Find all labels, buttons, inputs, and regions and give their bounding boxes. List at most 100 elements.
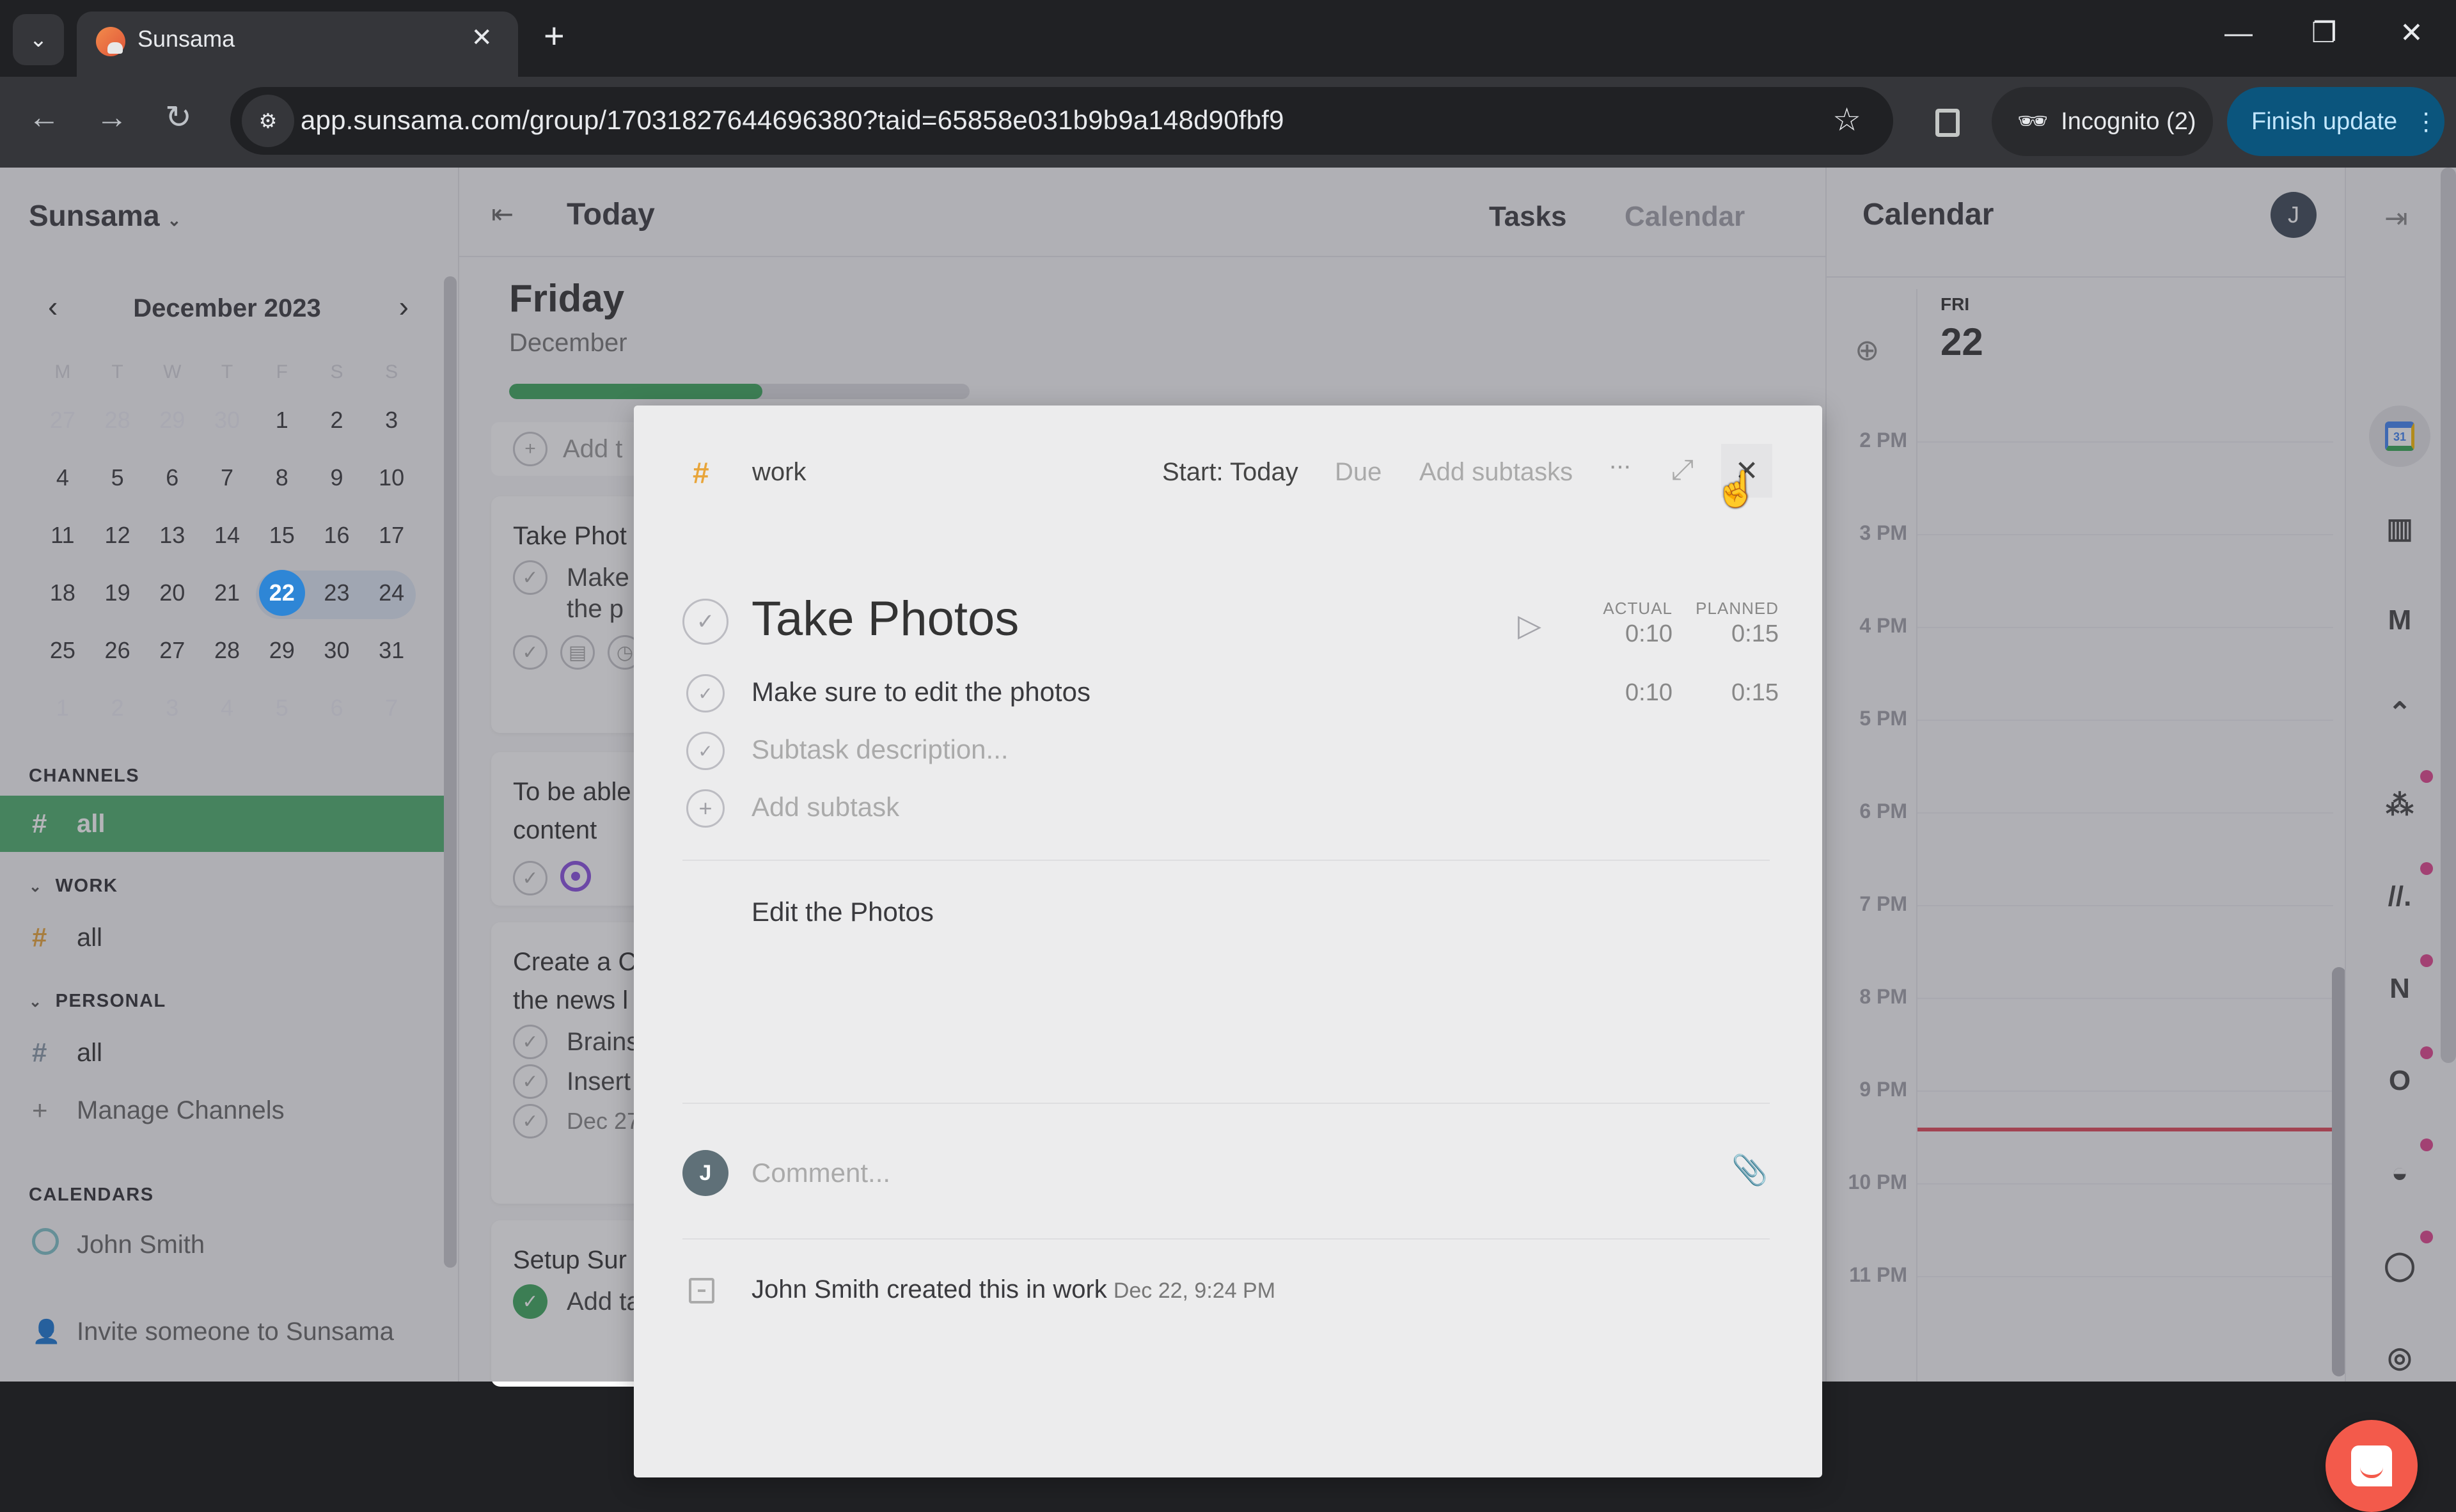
rail-clickup[interactable]: ⌃ (2369, 682, 2430, 743)
subtask-text[interactable]: Make sure to edit the photos (752, 677, 1090, 707)
collapse-panel-icon[interactable]: ⇥ (2384, 202, 2408, 235)
reload-icon[interactable]: ↻ (165, 101, 192, 133)
next-month-icon[interactable]: › (399, 289, 409, 324)
tab-tasks[interactable]: Tasks (1489, 201, 1567, 233)
rail-github[interactable]: ◯ (2369, 1231, 2433, 1296)
collapse-sidebar-icon[interactable]: ⇤ (491, 198, 514, 230)
add-subtask-button[interactable]: Add subtask (752, 792, 899, 823)
check-icon[interactable]: ✓ (513, 1064, 547, 1099)
calendar-day[interactable]: 24 (364, 579, 419, 606)
browser-tab[interactable]: Sunsama ✕ (77, 12, 518, 77)
channel-selector[interactable]: work (752, 458, 806, 487)
expand-icon[interactable]: ⤢ (1671, 454, 1694, 486)
channel-personal-all[interactable]: # all (0, 1025, 444, 1081)
calendar-day[interactable]: 13 (145, 522, 200, 549)
calendar-day[interactable]: 5 (90, 464, 145, 491)
sidebar-scrollbar[interactable] (444, 276, 457, 1268)
task-notes[interactable]: Edit the Photos (752, 897, 934, 927)
tab-search-button[interactable]: ⌄ (13, 14, 64, 65)
calendar-day[interactable]: 11 (35, 522, 90, 549)
channel-work-all[interactable]: # all (0, 910, 444, 966)
calendar-day[interactable]: 30 (310, 637, 365, 664)
calendar-day[interactable]: 4 (200, 695, 255, 721)
subtask-description-input[interactable]: Subtask description... (752, 734, 1009, 765)
calendar-day[interactable]: 3 (145, 695, 200, 721)
forward-icon[interactable]: → (96, 101, 128, 133)
calendar-day[interactable]: 26 (90, 637, 145, 664)
side-panel-icon[interactable] (1935, 109, 1960, 137)
due-date-button[interactable]: Due (1335, 458, 1382, 487)
calendar-day[interactable]: 30 (200, 407, 255, 434)
group-work-header[interactable]: ⌄ WORK (29, 876, 118, 897)
play-timer-icon[interactable]: ▷ (1518, 608, 1541, 643)
check-icon[interactable]: ✓ (513, 560, 547, 595)
subtask-checkbox[interactable]: ✓ (686, 732, 725, 770)
calendar-day[interactable]: 27 (35, 407, 90, 434)
check-icon[interactable]: ✓ (513, 861, 547, 895)
start-date-button[interactable]: Start: Today (1162, 458, 1298, 487)
rail-linear[interactable]: ◒ (2369, 1138, 2433, 1204)
bookmark-star-icon[interactable]: ☆ (1832, 101, 1861, 138)
calendar-day[interactable]: 21 (200, 579, 255, 606)
workspace-switcher[interactable]: Sunsama ⌄ (29, 198, 181, 233)
calendar-day[interactable]: 15 (255, 522, 310, 549)
task-title[interactable]: Take Photos (752, 591, 1019, 647)
kebab-menu-icon[interactable]: ⋮ (2414, 107, 2438, 136)
manage-channels-button[interactable]: + Manage Channels (0, 1082, 444, 1138)
tab-calendar[interactable]: Calendar (1625, 201, 1745, 233)
calendar-day[interactable]: 14 (200, 522, 255, 549)
calendar-day[interactable]: 23 (310, 579, 365, 606)
window-close-icon[interactable]: ✕ (2400, 19, 2423, 47)
calendar-day[interactable]: 19 (90, 579, 145, 606)
calendar-day[interactable]: 16 (310, 522, 365, 549)
rail-google-calendar[interactable]: 31 (2369, 406, 2430, 467)
calendar-day[interactable]: 5 (255, 695, 310, 721)
calendar-day[interactable]: 17 (364, 522, 419, 549)
complete-task-checkbox[interactable]: ✓ (682, 599, 728, 645)
channel-all[interactable]: # all (0, 796, 444, 852)
check-done-icon[interactable]: ✓ (513, 1284, 547, 1319)
calendar-day[interactable]: 1 (255, 407, 310, 434)
finish-update-button[interactable]: Finish update ⋮ (2227, 87, 2444, 156)
calendar-day[interactable]: 18 (35, 579, 90, 606)
rail-asana[interactable]: ⁂ (2369, 770, 2433, 835)
calendar-day[interactable]: 31 (364, 637, 419, 664)
calendar-john-smith[interactable]: John Smith (0, 1217, 444, 1273)
tab-close-icon[interactable]: ✕ (471, 23, 492, 52)
calendar-day[interactable]: 7 (364, 695, 419, 721)
calendar-day[interactable]: 6 (310, 695, 365, 721)
goal-target-icon[interactable] (560, 861, 591, 892)
subtask-actual-time[interactable]: 0:10 (1570, 679, 1673, 707)
calendar-day[interactable]: 12 (90, 522, 145, 549)
calendar-day[interactable]: 10 (364, 464, 419, 491)
calendar-day[interactable]: 28 (90, 407, 145, 434)
calendar-day[interactable]: 7 (200, 464, 255, 491)
calendar-day[interactable]: 3 (364, 407, 419, 434)
rail-trello[interactable]: ▥ (2369, 498, 2430, 559)
back-icon[interactable]: ← (28, 101, 60, 133)
rail-notion[interactable]: N (2369, 954, 2433, 1020)
attachment-paperclip-icon[interactable]: 📎 (1731, 1153, 1768, 1188)
site-info-icon[interactable]: ⚙ (242, 95, 294, 147)
planned-time[interactable]: 0:15 (1676, 620, 1779, 648)
rail-goals[interactable]: ◎ (2369, 1327, 2430, 1388)
calendar-day[interactable]: 25 (35, 637, 90, 664)
url-text[interactable]: app.sunsama.com/group/17031827644696380?… (301, 105, 1284, 136)
calendar-day[interactable]: 8 (255, 464, 310, 491)
calendar-day[interactable]: 20 (145, 579, 200, 606)
invite-button[interactable]: 👤 Invite someone to Sunsama (0, 1303, 444, 1360)
subtask-planned-time[interactable]: 0:15 (1676, 679, 1779, 707)
subtask-checkbox[interactable]: ✓ (686, 674, 725, 713)
minimize-icon[interactable]: — (2224, 19, 2253, 47)
calendar-day-selected[interactable]: 22 (255, 570, 310, 616)
new-tab-icon[interactable]: + (544, 18, 565, 54)
calendar-day[interactable]: 6 (145, 464, 200, 491)
actual-time[interactable]: 0:10 (1570, 620, 1673, 648)
calendar-day[interactable]: 28 (200, 637, 255, 664)
calendar-day[interactable]: 4 (35, 464, 90, 491)
zoom-in-icon[interactable]: ⊕ (1855, 333, 1880, 367)
add-subtasks-button[interactable]: Add subtasks (1419, 458, 1573, 487)
restore-icon[interactable]: ❐ (2311, 19, 2336, 47)
calendar-icon[interactable]: ▤ (560, 635, 595, 670)
rail-monday[interactable]: //. (2369, 862, 2433, 927)
